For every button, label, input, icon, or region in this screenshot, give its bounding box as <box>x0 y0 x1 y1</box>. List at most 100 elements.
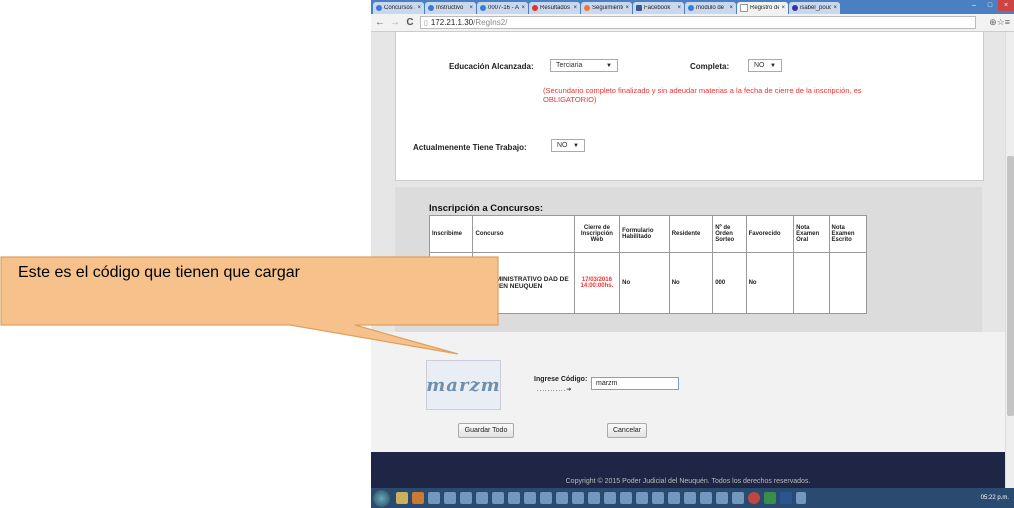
page-icon: ▯ <box>424 19 428 27</box>
address-path: /RegIns2/ <box>473 18 508 27</box>
close-icon[interactable]: × <box>677 5 681 11</box>
tab-isabel[interactable]: isabel_pouch× <box>789 2 840 14</box>
app-icon[interactable] <box>652 492 664 504</box>
app-icon[interactable] <box>668 492 680 504</box>
column-header: Residente <box>668 215 714 253</box>
app-icon[interactable] <box>716 492 728 504</box>
captcha-area: marzm Ingrese Código: ...........➔ marzm… <box>371 332 1005 452</box>
browser-toolbar: ← → C ▯ 172.21.1.30/RegIns2/ ⊕☆≡ <box>371 14 1014 32</box>
guardar-button[interactable]: Guardar Todo <box>458 423 514 438</box>
close-icon[interactable]: × <box>521 5 525 11</box>
favorecido-cell: No <box>745 252 795 314</box>
column-header: Favorecido <box>745 215 795 253</box>
tab-modulo[interactable]: modulo de × <box>685 2 736 14</box>
trabajo-value: NO <box>557 142 568 149</box>
close-icon[interactable]: × <box>833 5 837 11</box>
address-bar[interactable]: ▯ 172.21.1.30/RegIns2/ <box>420 16 976 29</box>
app-icon[interactable] <box>492 492 504 504</box>
close-icon[interactable]: × <box>625 5 629 11</box>
app-icon[interactable] <box>428 492 440 504</box>
app-icon[interactable] <box>460 492 472 504</box>
tray-icon[interactable] <box>796 492 806 504</box>
educacion-label: Educación Alcanzada: <box>449 62 534 71</box>
callout-text: Este es el código que tienen que cargar <box>18 264 300 281</box>
tab-facebook[interactable]: Facebook × <box>633 2 684 14</box>
close-icon[interactable]: × <box>781 5 785 11</box>
page-viewport: Educación Alcanzada: Terciaria ▼ Completa… <box>371 32 1005 488</box>
app-icon[interactable] <box>604 492 616 504</box>
cierre-cell: 17/03/2016 14:00:00hs. <box>573 252 621 314</box>
inscribime-cell[interactable] <box>428 252 474 314</box>
tab-registro[interactable]: Registro de I× <box>737 2 788 14</box>
firefox-icon[interactable] <box>412 492 424 504</box>
close-icon[interactable]: × <box>469 5 473 11</box>
app-icon[interactable] <box>684 492 696 504</box>
page-footer: Copyright © 2015 Poder Judicial del Neuq… <box>371 452 1005 488</box>
tab-seguimiento[interactable]: Seguimiento × <box>581 2 632 14</box>
globe-icon <box>480 5 486 11</box>
app-icon[interactable] <box>508 492 520 504</box>
tab-label: Seguimiento <box>592 5 624 11</box>
scrollbar[interactable] <box>1005 32 1014 488</box>
folder-icon[interactable] <box>396 492 408 504</box>
address-host: 172.21.1.30 <box>430 18 474 27</box>
residente-cell: No <box>668 252 714 314</box>
captcha-input[interactable]: marzm <box>591 377 679 390</box>
scrollbar-thumb[interactable] <box>1007 156 1014 416</box>
facebook-icon <box>636 5 642 11</box>
word-icon[interactable] <box>780 492 792 504</box>
app-icon[interactable] <box>444 492 456 504</box>
app-icon[interactable] <box>764 492 776 504</box>
app-icon[interactable] <box>620 492 632 504</box>
column-header: Concurso <box>472 215 575 253</box>
captcha-label: Ingrese Código: <box>534 376 588 383</box>
close-icon[interactable]: × <box>729 5 733 11</box>
app-icon[interactable] <box>524 492 536 504</box>
reload-icon[interactable]: C <box>404 17 416 28</box>
app-icon[interactable] <box>556 492 568 504</box>
browser-screenshot: Concursos J × Instructivo × 0007-16 - Al × … <box>371 0 1014 508</box>
chevron-down-icon: ▼ <box>606 62 612 69</box>
trabajo-select[interactable]: NO ▼ <box>551 139 585 152</box>
close-icon[interactable]: × <box>417 5 421 11</box>
tab-concursos[interactable]: Concursos J × <box>373 2 424 14</box>
minimize-icon[interactable]: – <box>966 0 982 11</box>
app-icon[interactable] <box>540 492 552 504</box>
warning-text: (Secundario completo finalizado y sin ad… <box>543 86 862 104</box>
mail-icon <box>792 5 798 11</box>
close-window-icon[interactable]: × <box>998 0 1014 11</box>
tab-label: Facebook <box>644 5 671 11</box>
completa-select[interactable]: NO ▼ <box>748 59 782 72</box>
table-row: AR ADMINISTRATIVO DAD DE NEUQUEN NEUQUEN… <box>428 252 867 314</box>
tab-instructivo[interactable]: Instructivo × <box>425 2 476 14</box>
form-card: Educación Alcanzada: Terciaria ▼ Completa… <box>395 32 984 181</box>
column-header: Nº de Orden Sorteo <box>712 215 747 253</box>
app-icon[interactable] <box>732 492 744 504</box>
column-header: Nota Examen Oral <box>793 215 830 253</box>
chrome-icon[interactable] <box>748 492 760 504</box>
tab-label: Concursos J <box>384 5 416 11</box>
zoom-star-menu-icons[interactable]: ⊕☆≡ <box>989 17 1010 28</box>
app-icon[interactable] <box>572 492 584 504</box>
column-header: Inscribime <box>428 215 474 253</box>
tab-strip: Concursos J × Instructivo × 0007-16 - Al × … <box>371 0 1014 14</box>
tab-0007[interactable]: 0007-16 - Al × <box>477 2 528 14</box>
forward-icon[interactable]: → <box>389 17 401 28</box>
app-icon[interactable] <box>476 492 488 504</box>
educacion-select[interactable]: Terciaria ▼ <box>550 59 618 72</box>
taskbar-clock: 05:22 p.m. <box>980 495 1009 501</box>
window-controls: – □ × <box>966 0 1014 12</box>
windows-taskbar: 05:22 p.m. <box>371 488 1014 508</box>
app-icon[interactable] <box>700 492 712 504</box>
back-icon[interactable]: ← <box>374 17 386 28</box>
app-icon[interactable] <box>636 492 648 504</box>
completa-value: NO <box>754 62 765 69</box>
formulario-cell: No <box>619 252 670 314</box>
cancelar-button[interactable]: Cancelar <box>607 423 647 438</box>
tab-resultados[interactable]: Resultados × <box>529 2 580 14</box>
maximize-icon[interactable]: □ <box>982 0 998 11</box>
chevron-down-icon: ▼ <box>770 62 776 69</box>
app-icon[interactable] <box>588 492 600 504</box>
start-button-icon[interactable] <box>373 489 390 507</box>
close-icon[interactable]: × <box>573 5 577 11</box>
